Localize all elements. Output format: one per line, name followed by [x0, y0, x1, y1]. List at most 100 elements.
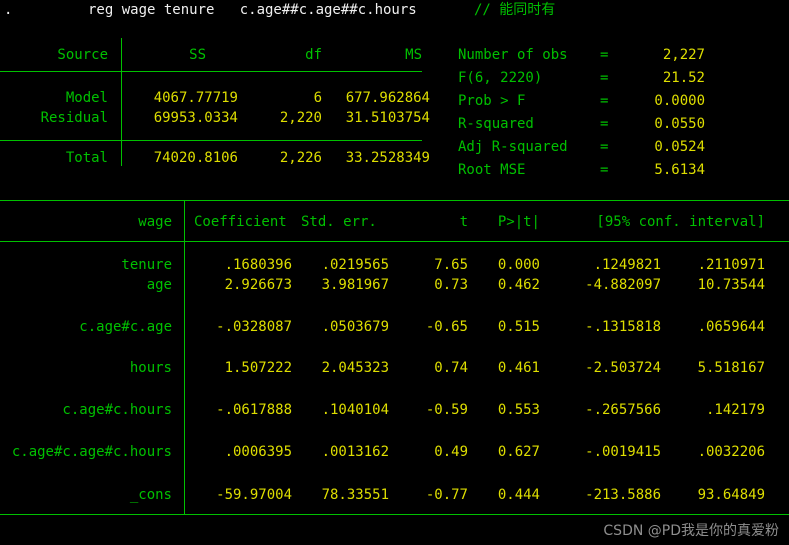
- anova-header-rule: [0, 71, 422, 72]
- coef-row-ci-low: -.1315818: [585, 319, 661, 335]
- stat-label-root-mse: Root MSE: [458, 162, 526, 178]
- anova-header-source: Source: [57, 47, 108, 63]
- coef-row-t: -0.65: [425, 319, 468, 335]
- coef-bottom-rule: [0, 514, 789, 515]
- coef-row-term: hours: [129, 360, 172, 376]
- coef-row-std-err: .0503679: [321, 319, 389, 335]
- coef-row-std-err: .1040104: [321, 402, 389, 418]
- stat-value-f-statistic: 21.52: [662, 70, 705, 86]
- coef-row-t: 0.49: [434, 444, 468, 460]
- coef-row-ci-high: .2110971: [697, 257, 765, 273]
- coef-row-ci-low: -4.882097: [585, 277, 661, 293]
- coef-row-coefficient: -.0617888: [216, 402, 292, 418]
- coef-header-std-err: Std. err.: [301, 214, 377, 230]
- coef-row-p: 0.461: [497, 360, 540, 376]
- coef-row-term: tenure: [121, 257, 172, 273]
- anova-vertical-divider: [121, 38, 122, 166]
- coef-row-std-err: .0219565: [321, 257, 389, 273]
- stat-label-prob-f: Prob > F: [458, 93, 526, 109]
- coef-row-t: 0.73: [434, 277, 468, 293]
- coef-row-t: 7.65: [434, 257, 468, 273]
- prompt-dot: .: [4, 2, 13, 18]
- coef-row-t: 0.74: [434, 360, 468, 376]
- anova-row-df: 6: [313, 90, 322, 106]
- coef-row-ci-high: 5.518167: [697, 360, 765, 376]
- csdn-watermark: CSDN @PD我是你的真爱粉: [603, 523, 779, 539]
- anova-row-label: Residual: [40, 110, 108, 126]
- coef-row-p: 0.462: [497, 277, 540, 293]
- anova-total-rule: [0, 140, 422, 141]
- anova-row-ms: 31.5103754: [345, 110, 430, 126]
- command-comment: // 能同时有: [474, 2, 556, 18]
- coef-header-coefficient: Coefficient: [194, 214, 287, 230]
- coef-row-ci-high: .0032206: [697, 444, 765, 460]
- anova-row-df: 2,220: [279, 110, 322, 126]
- coef-row-ci-low: -.0019415: [585, 444, 661, 460]
- coef-row-std-err: 2.045323: [321, 360, 389, 376]
- coef-row-term: age: [146, 277, 172, 293]
- coef-header-rule: [0, 241, 789, 242]
- anova-header-df: df: [305, 47, 322, 63]
- coef-row-ci-low: -213.5886: [585, 487, 661, 503]
- anova-row-ms: 677.962864: [345, 90, 430, 106]
- coef-header-p: P>|t|: [497, 214, 540, 230]
- coef-header-conf-interval: [95% conf. interval]: [596, 214, 765, 230]
- coef-row-ci-high: 10.73544: [697, 277, 765, 293]
- anova-header-ss: SS: [189, 47, 206, 63]
- stat-label-adj-r-squared: Adj R-squared: [458, 139, 568, 155]
- coef-row-std-err: 3.981967: [321, 277, 389, 293]
- stat-equals-sign: =: [600, 47, 609, 63]
- stat-value-root-mse: 5.6134: [654, 162, 705, 178]
- coef-row-t: -0.59: [425, 402, 468, 418]
- anova-total-ms: 33.2528349: [345, 150, 430, 166]
- anova-total-df: 2,226: [279, 150, 322, 166]
- coef-row-coefficient: .1680396: [224, 257, 292, 273]
- coef-row-term: _cons: [129, 487, 172, 503]
- coef-top-rule: [0, 200, 789, 201]
- coef-header-depvar: wage: [138, 214, 172, 230]
- stat-value-number-of-obs: 2,227: [662, 47, 705, 63]
- anova-header-ms: MS: [405, 47, 422, 63]
- stat-equals-sign: =: [600, 139, 609, 155]
- anova-row-label: Model: [65, 90, 108, 106]
- coef-row-coefficient: .0006395: [224, 444, 292, 460]
- stat-label-r-squared: R-squared: [458, 116, 534, 132]
- coef-row-ci-high: .0659644: [697, 319, 765, 335]
- stat-equals-sign: =: [600, 70, 609, 86]
- stat-label-f-statistic: F(6, 2220): [458, 70, 543, 86]
- coef-row-p: 0.444: [497, 487, 540, 503]
- coef-row-std-err: .0013162: [321, 444, 389, 460]
- coef-row-coefficient: -.0328087: [216, 319, 292, 335]
- coef-row-std-err: 78.33551: [321, 487, 389, 503]
- stat-value-r-squared: 0.0550: [654, 116, 705, 132]
- coef-row-coefficient: 2.926673: [224, 277, 292, 293]
- coef-row-ci-high: .142179: [705, 402, 765, 418]
- coef-row-coefficient: 1.507222: [224, 360, 292, 376]
- coef-row-term: c.age#c.age#c.hours: [11, 444, 172, 460]
- coef-row-p: 0.553: [497, 402, 540, 418]
- coef-row-t: -0.77: [425, 487, 468, 503]
- stat-value-adj-r-squared: 0.0524: [654, 139, 705, 155]
- coef-row-ci-low: .1249821: [593, 257, 661, 273]
- command-text: reg wage tenure c.age##c.age##c.hours: [88, 2, 417, 18]
- coef-header-t: t: [459, 214, 468, 230]
- coef-row-coefficient: -59.97004: [216, 487, 292, 503]
- anova-row-ss: 69953.0334: [153, 110, 238, 126]
- coef-row-term: c.age#c.age: [79, 319, 172, 335]
- stat-value-prob-f: 0.0000: [654, 93, 705, 109]
- stat-equals-sign: =: [600, 116, 609, 132]
- coef-row-term: c.age#c.hours: [62, 402, 172, 418]
- coef-row-p: 0.627: [497, 444, 540, 460]
- coef-row-ci-low: -2.503724: [585, 360, 661, 376]
- anova-total-ss: 74020.8106: [153, 150, 238, 166]
- coef-vertical-divider: [184, 200, 185, 515]
- coef-row-p: 0.515: [497, 319, 540, 335]
- anova-total-label: Total: [65, 150, 108, 166]
- coef-row-ci-high: 93.64849: [697, 487, 765, 503]
- anova-row-ss: 4067.77719: [153, 90, 238, 106]
- stat-equals-sign: =: [600, 93, 609, 109]
- coef-row-ci-low: -.2657566: [585, 402, 661, 418]
- stat-label-number-of-obs: Number of obs: [458, 47, 568, 63]
- stat-equals-sign: =: [600, 162, 609, 178]
- coef-row-p: 0.000: [497, 257, 540, 273]
